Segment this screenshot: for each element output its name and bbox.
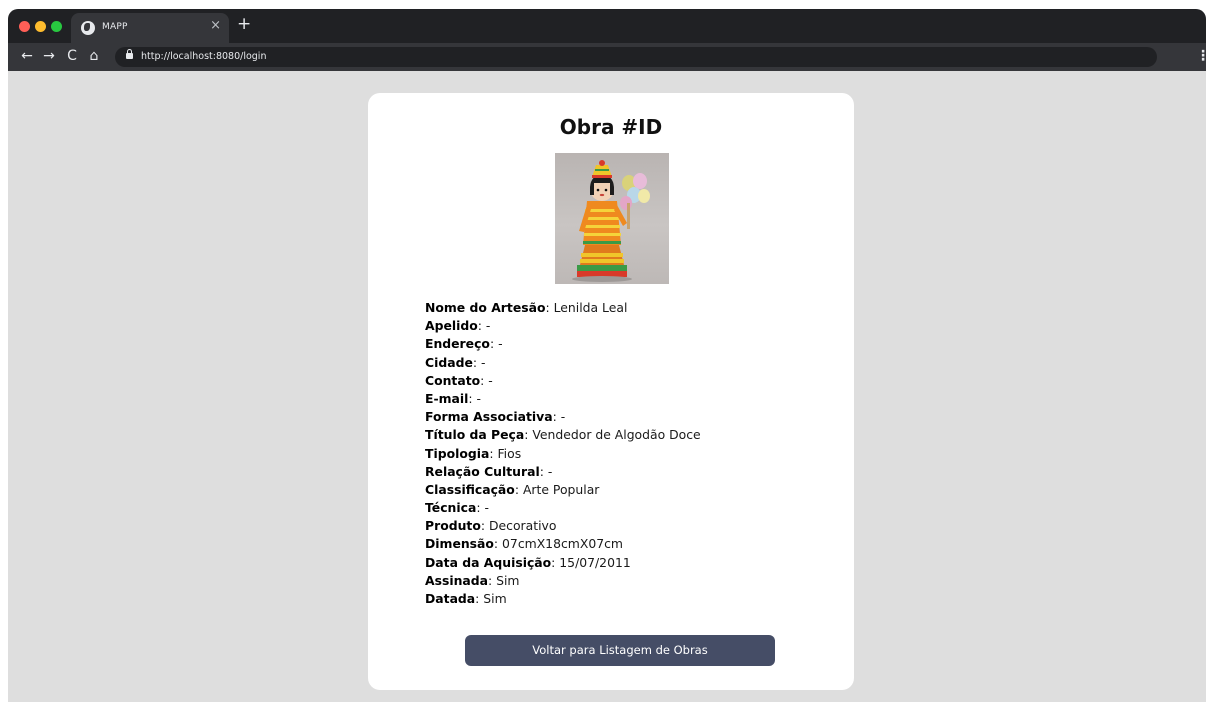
detail-label: Nome do Artesão bbox=[425, 300, 546, 315]
lock-icon bbox=[126, 49, 133, 59]
minimize-window-button[interactable] bbox=[35, 21, 46, 32]
detail-label: Dimensão bbox=[425, 536, 494, 552]
tab-close-icon[interactable]: × bbox=[210, 18, 221, 33]
back-to-list-button[interactable]: Voltar para Listagem de Obras bbox=[465, 635, 775, 666]
detail-value: Sim bbox=[483, 591, 507, 606]
detail-value: - bbox=[560, 409, 566, 425]
detail-label: Tipologia bbox=[425, 445, 490, 461]
detail-value: - bbox=[476, 390, 481, 406]
obra-details-list: Nome do Artesão: Lenilda Leal Apelido: -… bbox=[425, 299, 825, 608]
forward-arrow-icon[interactable]: → bbox=[41, 48, 57, 64]
browser-toolbar: ← → C ⌂ http://localhost:8080/login ⋮ bbox=[8, 43, 1206, 71]
detail-value: - bbox=[484, 500, 489, 516]
detail-value: - bbox=[547, 463, 553, 479]
detail-row-forma-associativa: Forma Associativa: - bbox=[425, 409, 566, 425]
back-arrow-icon[interactable]: ← bbox=[19, 48, 35, 64]
detail-row-data-aquisicao: Data da Aquisição: 15/07/2011 bbox=[425, 554, 631, 570]
detail-row-datada: Datada: Sim bbox=[425, 591, 507, 606]
detail-row-tipologia: Tipologia: Fios bbox=[425, 445, 522, 461]
tab-title: MAPP bbox=[102, 22, 128, 32]
home-icon[interactable]: ⌂ bbox=[86, 48, 102, 64]
detail-value: Arte Popular bbox=[522, 481, 600, 497]
reload-icon[interactable]: C bbox=[64, 48, 80, 64]
detail-row-cidade: Cidade: - bbox=[425, 354, 486, 370]
close-window-button[interactable] bbox=[19, 21, 30, 32]
detail-row-titulo-peca: Título da Peça: Vendedor de Algodão Doce bbox=[425, 427, 701, 443]
detail-row-produto: Produto: Decorativo bbox=[425, 518, 557, 534]
detail-label: E-mail bbox=[425, 390, 469, 406]
detail-row-dimensao: Dimensão: 07cmX18cmX07cm bbox=[425, 536, 623, 552]
detail-label: Apelido bbox=[425, 318, 478, 334]
detail-row-nome-artesao: Nome do Artesão: Lenilda Leal bbox=[425, 300, 628, 315]
detail-label: Contato bbox=[425, 372, 481, 388]
detail-value: Sim bbox=[496, 572, 520, 588]
detail-label: Classificação bbox=[425, 481, 515, 497]
address-url[interactable]: http://localhost:8080/login bbox=[141, 51, 266, 62]
detail-row-apelido: Apelido: - bbox=[425, 318, 491, 334]
address-bar[interactable]: http://localhost:8080/login bbox=[115, 47, 1157, 67]
detail-label: Cidade bbox=[425, 354, 473, 370]
detail-row-classificacao: Classificação: Arte Popular bbox=[425, 481, 600, 497]
detail-row-contato: Contato: - bbox=[425, 372, 493, 388]
detail-value: - bbox=[485, 318, 491, 334]
detail-label: Assinada bbox=[425, 572, 488, 588]
detail-value: Decorativo bbox=[488, 518, 557, 534]
detail-label: Forma Associativa bbox=[425, 409, 553, 425]
tab-strip: MAPP × + bbox=[8, 9, 1206, 43]
detail-label: Datada bbox=[425, 591, 476, 606]
browser-tab[interactable]: MAPP × bbox=[71, 13, 229, 43]
globe-icon bbox=[81, 21, 95, 35]
detail-row-email: E-mail: - bbox=[425, 390, 481, 406]
page-title: Obra #ID bbox=[559, 115, 663, 139]
detail-row-relacao-cultural: Relação Cultural: - bbox=[425, 463, 553, 479]
detail-label: Data da Aquisição bbox=[425, 554, 552, 570]
detail-row-endereco: Endereço: - bbox=[425, 336, 503, 352]
detail-value: Lenilda Leal bbox=[553, 300, 628, 315]
detail-value: - bbox=[480, 354, 486, 370]
detail-label: Título da Peça bbox=[425, 427, 525, 443]
detail-value: Fios bbox=[497, 445, 522, 461]
maximize-window-button[interactable] bbox=[51, 21, 62, 32]
detail-row-tecnica: Técnica: - bbox=[425, 500, 489, 516]
obra-detail-card: Obra #ID Nome do Artesão: Lenilda Leal A… bbox=[368, 93, 854, 690]
detail-value: 15/07/2011 bbox=[559, 554, 631, 570]
browser-menu-icon[interactable]: ⋮ bbox=[1196, 48, 1206, 64]
detail-value: 07cmX18cmX07cm bbox=[502, 536, 623, 552]
detail-value: - bbox=[488, 372, 493, 388]
detail-value: - bbox=[498, 336, 503, 352]
detail-label: Técnica bbox=[425, 500, 477, 516]
browser-window: MAPP × + ← → C ⌂ http://localhost:8080/l… bbox=[8, 9, 1206, 702]
detail-label: Relação Cultural bbox=[425, 463, 540, 479]
detail-label: Endereço bbox=[425, 336, 490, 352]
detail-row-assinada: Assinada: Sim bbox=[425, 572, 520, 588]
detail-value: Vendedor de Algodão Doce bbox=[532, 427, 701, 443]
obra-photo bbox=[555, 153, 669, 284]
new-tab-button[interactable]: + bbox=[237, 14, 251, 34]
doll-illustration bbox=[572, 160, 650, 282]
detail-label: Produto bbox=[425, 518, 481, 534]
